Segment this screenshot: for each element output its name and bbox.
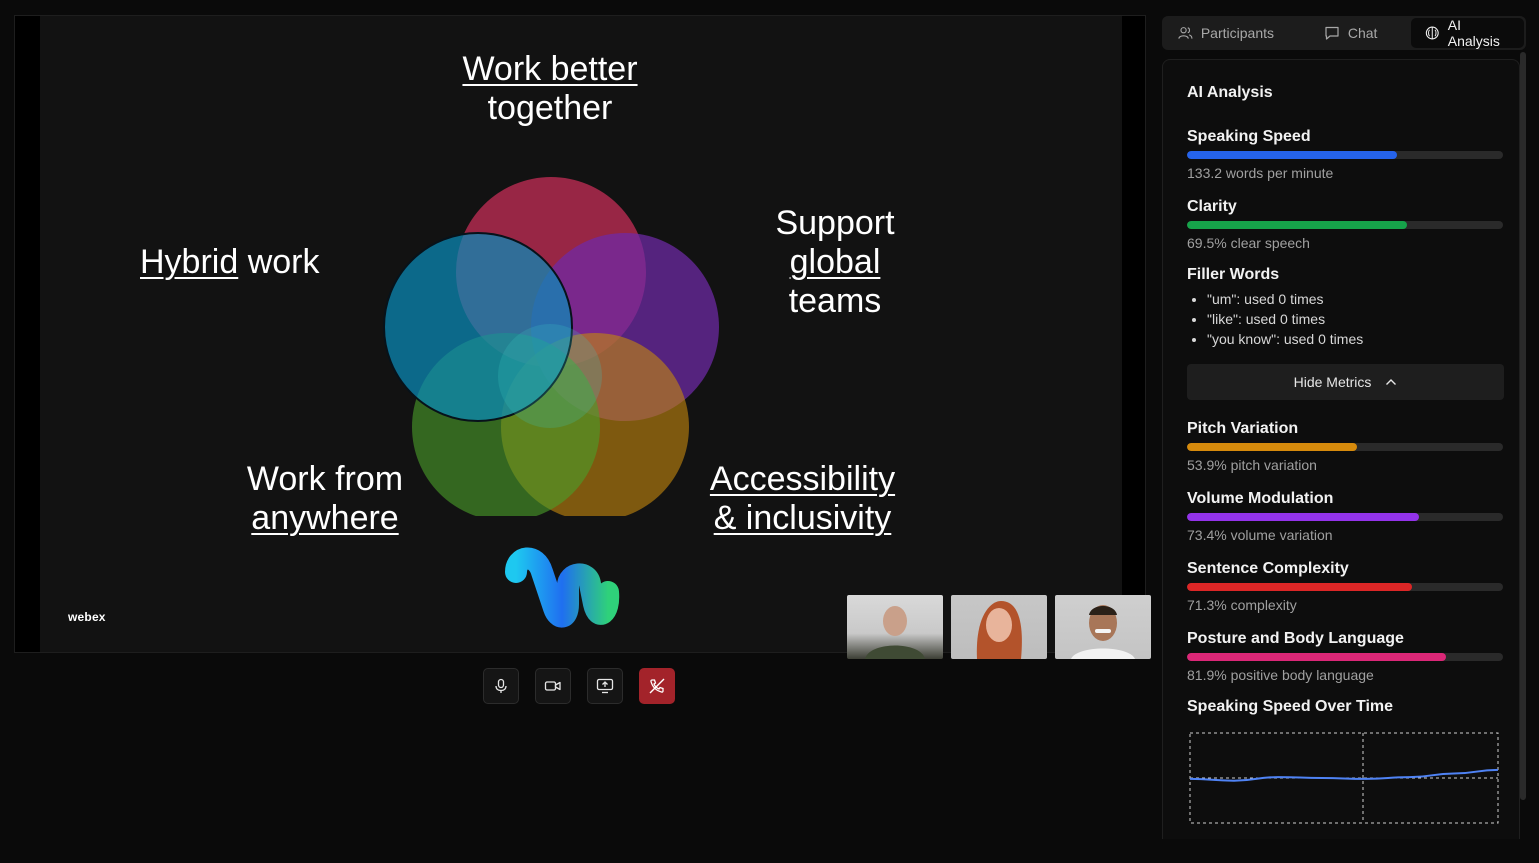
participant-thumbnail-3[interactable] bbox=[1055, 595, 1151, 659]
chevron-up-icon bbox=[1386, 379, 1397, 385]
metric-label: Posture and Body Language bbox=[1187, 630, 1404, 647]
chart-series-line bbox=[1189, 768, 1499, 782]
microphone-icon bbox=[495, 678, 507, 693]
filler-words-title: Filler Words bbox=[1187, 266, 1280, 283]
slide-heading-support: Support global teams bbox=[740, 204, 930, 321]
metric-value-text: 71.3% complexity bbox=[1187, 597, 1297, 613]
slide-text-together: together bbox=[487, 89, 613, 127]
metric-pitch-variation: Pitch Variation 53.9% pitch variation bbox=[1187, 420, 1503, 473]
hide-metrics-label: Hide Metrics bbox=[1293, 374, 1372, 390]
metric-bar-fill bbox=[1187, 583, 1413, 591]
tab-ai-analysis[interactable]: AI Analysis bbox=[1411, 17, 1524, 49]
slide-text-global: global bbox=[789, 243, 881, 281]
filler-words-section: Filler Words "um": used 0 times "like": … bbox=[1187, 266, 1503, 349]
metric-value-text: 133.2 words per minute bbox=[1187, 165, 1334, 181]
call-controls bbox=[483, 668, 675, 704]
filler-words-list: "um": used 0 times "like": used 0 times … bbox=[1187, 289, 1503, 349]
panel-scrollbar[interactable] bbox=[1520, 52, 1526, 800]
ai-analysis-panel: AI Analysis Speaking Speed 133.2 words p… bbox=[1162, 59, 1520, 839]
metric-bar-fill bbox=[1187, 653, 1446, 661]
venn-diagram bbox=[383, 177, 719, 516]
metric-label: Volume Modulation bbox=[1187, 490, 1334, 507]
metric-bar-fill bbox=[1187, 221, 1407, 229]
metric-bar bbox=[1187, 653, 1503, 661]
metric-label: Pitch Variation bbox=[1187, 420, 1299, 437]
venn-center bbox=[498, 324, 602, 428]
side-panel-tabs: Participants Chat AI Analysis bbox=[1162, 16, 1526, 50]
microphone-button[interactable] bbox=[483, 668, 519, 704]
metric-label: Sentence Complexity bbox=[1187, 560, 1349, 577]
list-item: "um": used 0 times bbox=[1207, 289, 1503, 309]
metric-value-text: 53.9% pitch variation bbox=[1187, 457, 1317, 473]
metric-bar-fill bbox=[1187, 443, 1358, 451]
metric-label: Speaking Speed bbox=[1187, 128, 1311, 145]
metric-sentence-complexity: Sentence Complexity 71.3% complexity bbox=[1187, 560, 1503, 613]
speaking-speed-chart-title: Speaking Speed Over Time bbox=[1187, 698, 1394, 715]
avatar bbox=[976, 601, 1022, 659]
ai-brain-icon bbox=[1426, 26, 1439, 40]
metric-volume-modulation: Volume Modulation 73.4% volume variation bbox=[1187, 490, 1503, 543]
metric-clarity: Clarity 69.5% clear speech bbox=[1187, 198, 1503, 251]
metric-bar bbox=[1187, 443, 1503, 451]
metric-bar bbox=[1187, 513, 1503, 521]
speaking-speed-chart bbox=[1189, 732, 1499, 824]
tab-chat-label: Chat bbox=[1347, 25, 1378, 41]
metric-bar-fill bbox=[1187, 513, 1419, 521]
hide-metrics-button[interactable]: Hide Metrics bbox=[1187, 364, 1504, 400]
metric-posture-body-language: Posture and Body Language 81.9% positive… bbox=[1187, 630, 1503, 683]
chat-icon bbox=[1325, 26, 1339, 40]
metric-value-text: 73.4% volume variation bbox=[1187, 527, 1333, 543]
tab-participants[interactable]: Participants bbox=[1164, 18, 1288, 48]
tab-ai-analysis-label: AI Analysis bbox=[1447, 17, 1500, 49]
metric-bar bbox=[1187, 151, 1503, 159]
slide-heading-hybrid: Hybrid work bbox=[140, 243, 400, 282]
list-item: "you know": used 0 times bbox=[1207, 329, 1503, 349]
list-item: "like": used 0 times bbox=[1207, 309, 1503, 329]
participants-icon bbox=[1178, 27, 1193, 39]
camera-icon bbox=[544, 681, 561, 691]
slide-text-hybrid: Hybrid bbox=[140, 243, 239, 281]
webex-logo-icon bbox=[505, 547, 620, 628]
end-call-icon bbox=[649, 678, 665, 694]
participant-thumbnail-2[interactable] bbox=[951, 595, 1047, 659]
metric-value-text: 69.5% clear speech bbox=[1187, 235, 1310, 251]
shared-screen: Work better together Hybrid work Support… bbox=[14, 15, 1151, 659]
panel-title: AI Analysis bbox=[1187, 84, 1273, 101]
share-screen-button[interactable] bbox=[587, 668, 623, 704]
metric-value-text: 81.9% positive body language bbox=[1187, 667, 1374, 683]
camera-button[interactable] bbox=[535, 668, 571, 704]
slide-text-work: work bbox=[238, 243, 320, 281]
share-screen-icon bbox=[596, 678, 614, 694]
slide-text-support: Support bbox=[775, 204, 895, 242]
metric-label: Clarity bbox=[1187, 198, 1237, 215]
slide-text-teams: teams bbox=[788, 282, 882, 320]
metric-bar bbox=[1187, 583, 1503, 591]
slide-text-work-better: Work better bbox=[462, 50, 638, 88]
participant-thumbnail-1[interactable] bbox=[847, 595, 943, 659]
tab-chat[interactable]: Chat bbox=[1298, 18, 1403, 48]
webex-wordmark: webex bbox=[68, 610, 106, 624]
metric-bar-fill bbox=[1187, 151, 1398, 159]
avatar bbox=[1071, 605, 1135, 659]
avatar bbox=[865, 606, 925, 659]
participant-thumbnails bbox=[847, 595, 1151, 659]
metric-speaking-speed: Speaking Speed 133.2 words per minute bbox=[1187, 128, 1503, 181]
tab-participants-label: Participants bbox=[1200, 25, 1274, 41]
slide-heading-work-better: Work better together bbox=[420, 50, 680, 128]
presentation-slide: Work better together Hybrid work Support… bbox=[40, 16, 1122, 652]
metric-bar bbox=[1187, 221, 1503, 229]
end-call-button[interactable] bbox=[639, 668, 675, 704]
